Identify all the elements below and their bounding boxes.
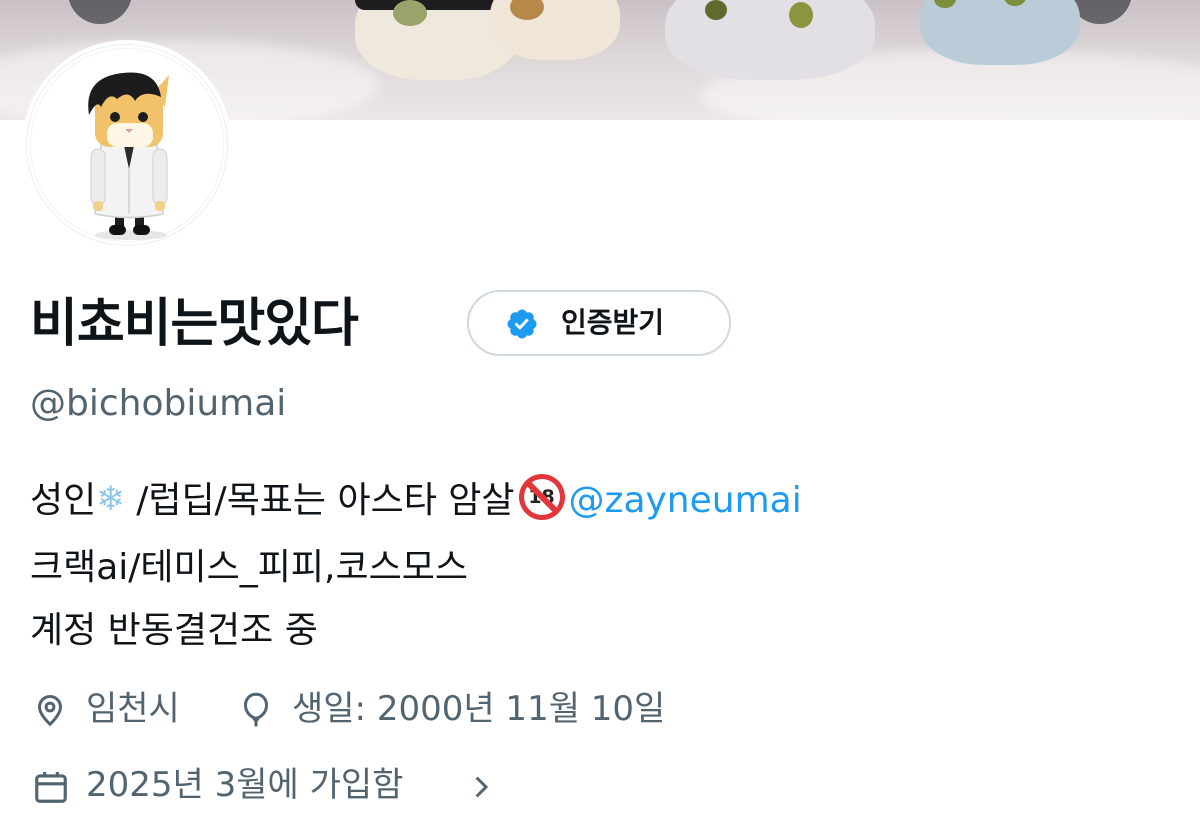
bio-line-2: 크랙ai/테미스_피피,코스모스	[30, 547, 468, 588]
snowflake-icon: ❄	[96, 479, 125, 519]
profile-handle: @bichobiumai	[30, 383, 287, 424]
back-button[interactable]	[68, 0, 132, 24]
plush-doll	[920, 0, 1080, 65]
profile-avatar[interactable]	[22, 40, 232, 250]
birthday-item: 생일: 2000년 11월 10일	[236, 684, 716, 734]
location-item: 임천시	[30, 684, 230, 734]
joined-row[interactable]: 2025년 3월에 가입함	[30, 760, 530, 810]
bio-mention-link[interactable]: @zayneumai	[569, 480, 802, 521]
birthday-text: 생일: 2000년 11월 10일	[292, 689, 666, 729]
bio-line-3: 계정 반동결건조 중	[30, 610, 318, 651]
bio-text: 성인	[30, 480, 97, 521]
plush-doll	[665, 0, 875, 80]
bio-line-1: 성인❄ /럽딥/목표는 아스타 암살18@zayneumai	[30, 474, 802, 526]
location-text: 임천시	[86, 689, 180, 729]
balloon-icon	[243, 692, 269, 727]
chevron-right-icon	[475, 776, 489, 798]
calendar-icon	[35, 771, 67, 803]
profile-display-name: 비쵸비는맛있다	[30, 294, 359, 354]
verified-badge-icon	[507, 309, 537, 339]
no-under-18-icon: 18	[518, 474, 565, 520]
joined-item[interactable]: 2025년 3월에 가입함	[30, 760, 530, 810]
location-pin-icon	[37, 695, 63, 727]
joined-text: 2025년 3월에 가입함	[86, 765, 404, 805]
get-verified-button[interactable]: 인증받기	[467, 290, 731, 356]
get-verified-label: 인증받기	[561, 306, 665, 339]
profile-meta-row: 임천시 생일: 2000년 11월 10일	[30, 684, 1170, 734]
bio-text: /럽딥/목표는 아스타 암살	[124, 480, 515, 521]
character-avatar-icon	[88, 72, 169, 240]
plush-doll	[490, 0, 620, 60]
